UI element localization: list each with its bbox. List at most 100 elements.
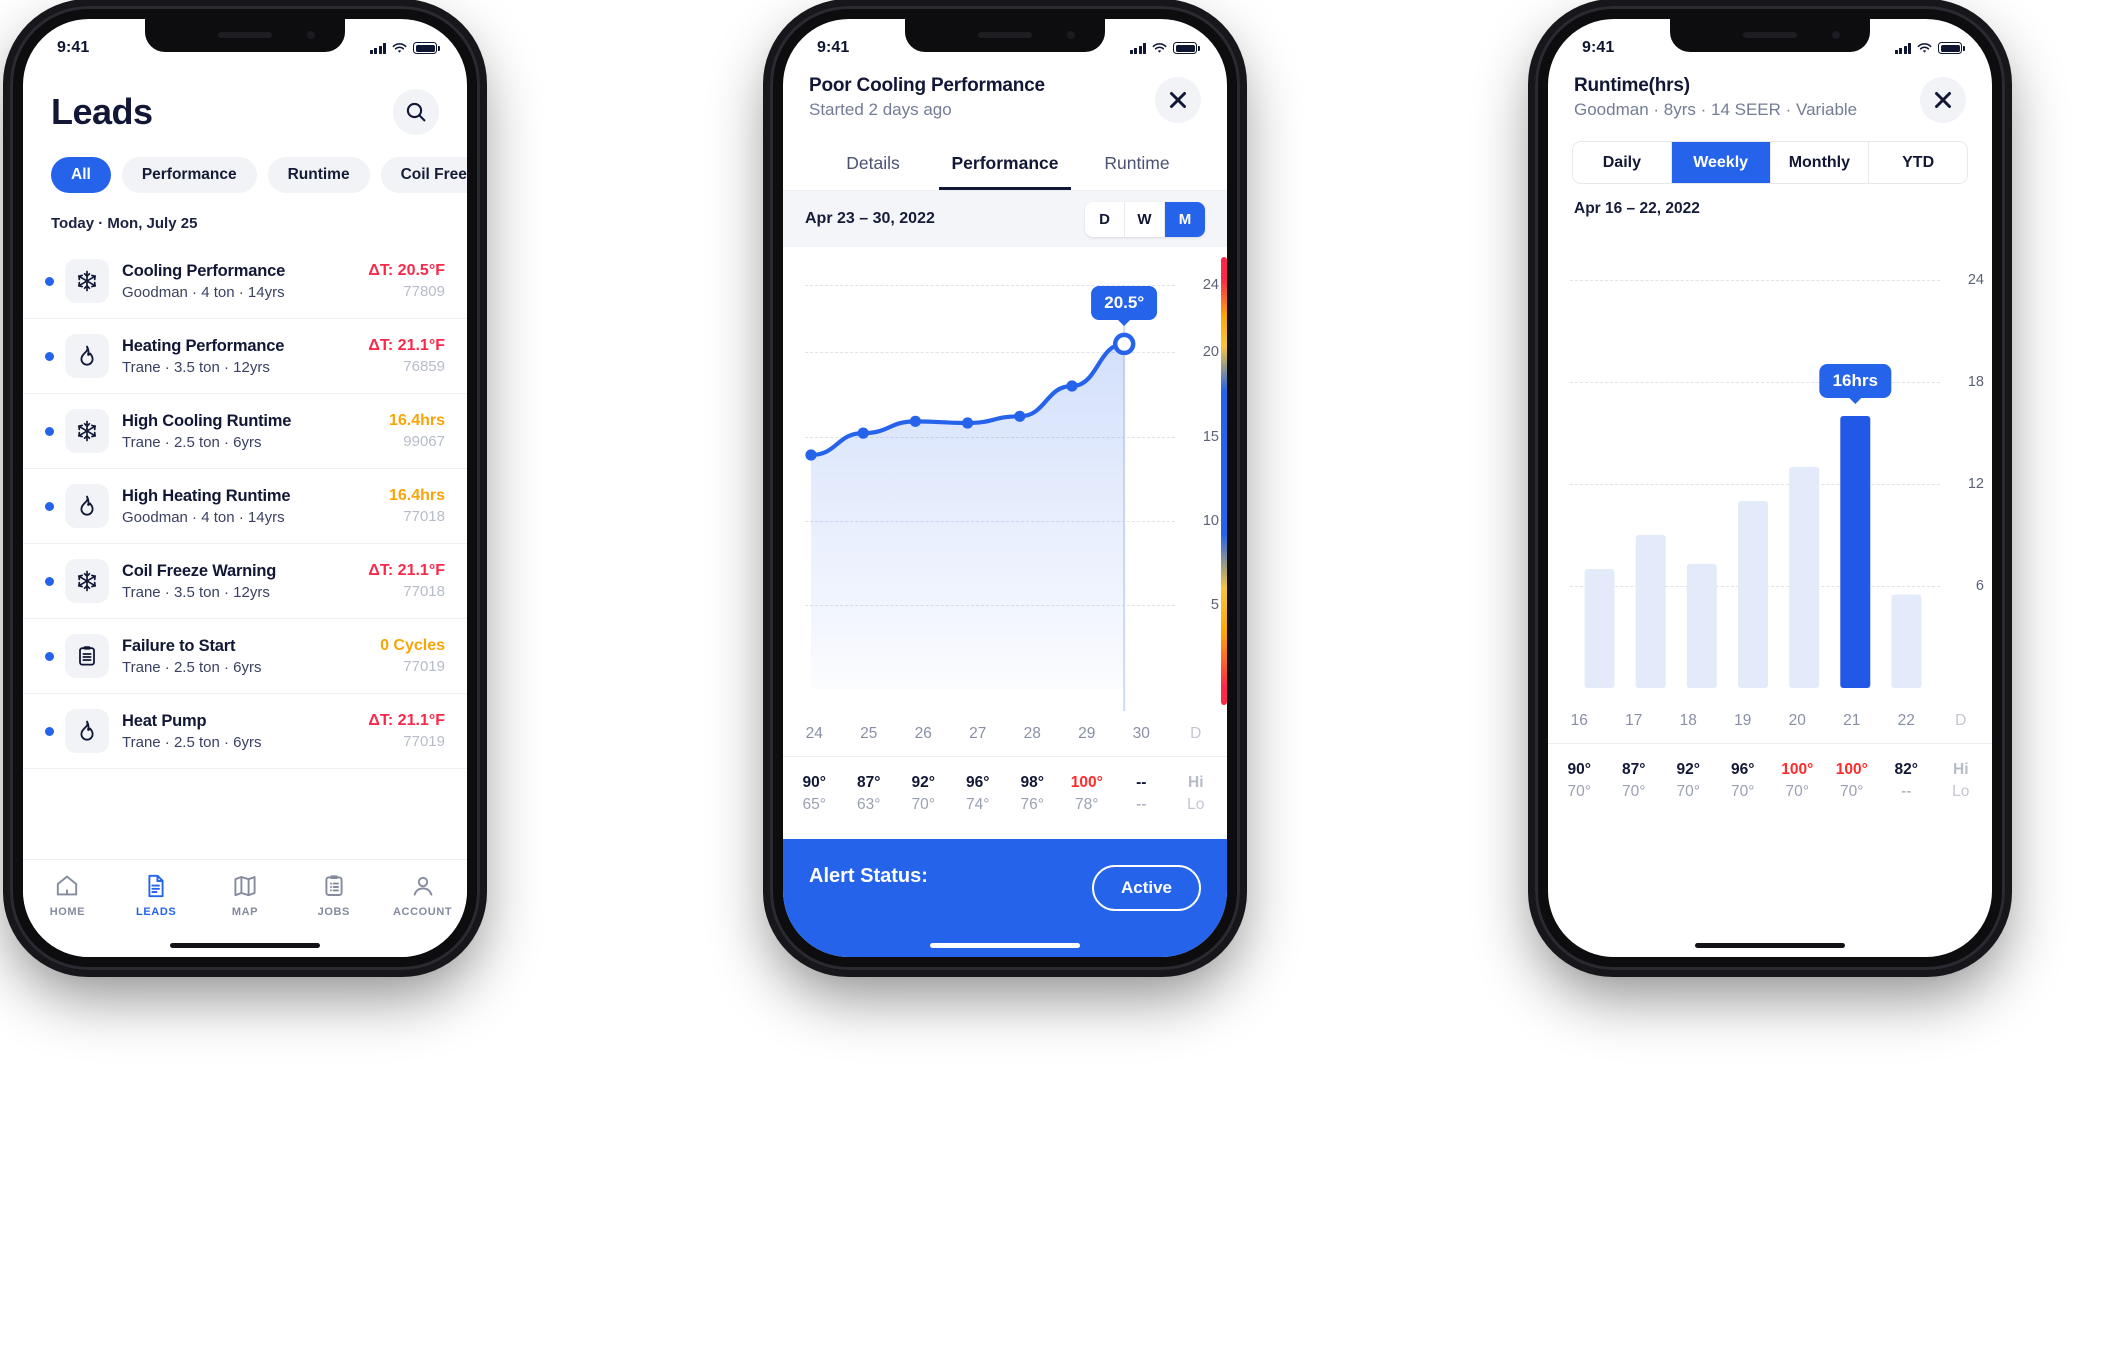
detail-tabs[interactable]: Details Performance Runtime [783,123,1227,191]
tab-runtime[interactable]: Runtime [1071,143,1203,190]
status-icons [369,42,440,54]
lead-zip: 99067 [403,433,445,450]
unread-dot [45,651,54,661]
alert-status-button[interactable]: Active [1091,865,1201,911]
lead-row[interactable]: High Cooling Runtime Trane · 2.5 ton · 6y… [23,394,467,469]
filter-chip-all[interactable]: All [51,157,111,193]
leads-header: Leads [23,65,467,135]
phone-leads: 9:41 Leads All Performance Runtime Coil … [10,6,480,970]
temp-high: 87° [857,774,881,791]
phone-performance-detail: 9:41 Poor Cooling Performance Started 2 … [770,6,1240,970]
segment-monthly[interactable]: Monthly [1770,142,1870,183]
filter-chip-performance[interactable]: Performance [121,157,257,193]
temp-high-label: Hi [1188,774,1204,791]
lead-list: Cooling Performance Goodman · 4 ton · 14y… [23,244,467,769]
lead-values: 16.4hrs 77018 [383,487,445,525]
lead-row[interactable]: Coil Freeze Warning Trane · 3.5 ton · 12y… [23,544,467,619]
search-icon [405,101,427,123]
lead-metric: ΔT: 21.1°F [368,712,445,729]
segment-weekly[interactable]: Weekly [1671,142,1771,183]
temp-cell: 92° 70° [896,774,951,814]
detail-title: Poor Cooling Performance [809,75,1045,96]
tab-label: HOME [49,906,86,918]
tab-performance[interactable]: Performance [939,143,1071,190]
tab-label: LEADS [136,906,177,918]
lead-row[interactable]: High Heating Runtime Goodman · 4 ton · 14… [23,469,467,544]
bar-chart[interactable]: 6 12 18 24 16hrs [1548,228,1992,698]
lead-row[interactable]: Failure to Start Trane · 2.5 ton · 6yrs 0 … [23,619,467,694]
snowflake-icon [65,409,109,453]
lead-name: Cooling Performance [122,261,286,280]
lead-values: ΔT: 21.1°F 76859 [362,337,445,375]
lead-text: High Heating Runtime Goodman · 4 ton · 14… [122,487,383,526]
tab-home[interactable]: HOME [23,873,112,918]
phone3-screen: 9:41 Runtime(hrs) Goodman · 8yrs · 14 SE… [1548,19,1992,957]
filter-chip-row[interactable]: All Performance Runtime Coil Free [23,135,467,193]
speaker-grille [1743,32,1797,38]
lead-row[interactable]: Cooling Performance Goodman · 4 ton · 14y… [23,244,467,319]
segment-ytd[interactable]: YTD [1869,142,1967,183]
flame-icon [65,484,109,528]
temp-low: 70° [1676,783,1700,800]
phone1-screen: 9:41 Leads All Performance Runtime Coil … [23,19,467,957]
tab-map[interactable]: MAP [201,873,290,918]
tooltip-value: 20.5° [1104,292,1145,312]
close-button[interactable] [1920,77,1966,123]
lead-subtitle: Goodman · 4 ton · 14yrs [122,508,285,526]
temp-cell: 98° 76° [1005,774,1060,814]
clipboard-list-icon [321,873,347,899]
tab-label: MAP [231,906,259,918]
front-camera [1832,31,1840,39]
temp-cell: 92° 70° [1661,761,1716,801]
tab-leads[interactable]: LEADS [112,873,201,918]
flame-icon [65,334,109,378]
period-segmented-control[interactable]: Daily Weekly Monthly YTD [1572,141,1968,184]
bar-chart-date-axis: 16 17 18 19 20 21 22 D [1548,698,1992,744]
unread-dot [45,501,54,511]
tab-jobs[interactable]: JOBS [289,873,378,918]
tab-account[interactable]: ACCOUNT [378,873,467,918]
lead-text: Heating Performance Trane · 3.5 ton · 12y… [122,337,362,376]
lead-row[interactable]: Heat Pump Trane · 2.5 ton · 6yrs ΔT: 21.1°… [23,694,467,769]
segment-daily[interactable]: Daily [1573,142,1672,183]
temp-cell: 90° 70° [1552,761,1607,801]
lead-metric: 0 Cycles [380,637,445,654]
lead-subtitle: Trane · 3.5 ton · 12yrs [122,583,270,601]
granularity-day[interactable]: D [1085,201,1125,237]
lead-row[interactable]: Heating Performance Trane · 3.5 ton · 12y… [23,319,467,394]
temp-cell: 96° 70° [1716,761,1771,801]
search-button[interactable] [393,89,439,135]
temp-cell: 87° 63° [842,774,897,814]
tab-details[interactable]: Details [807,143,939,190]
temp-low: 78° [1075,796,1099,813]
wifi-icon [1152,42,1167,54]
lead-text: High Cooling Runtime Trane · 2.5 ton · 6y… [122,412,383,451]
lead-subtitle: Goodman · 4 ton · 14yrs [122,283,285,301]
lead-subtitle: Trane · 3.5 ton · 12yrs [122,358,270,376]
unread-dot [45,576,54,586]
screenshot-stage: 9:41 Leads All Performance Runtime Coil … [0,0,2109,1356]
temp-cell: 100° 70° [1825,761,1880,801]
speaker-grille [978,32,1032,38]
lead-values: 16.4hrs 99067 [383,412,445,450]
tab-label: ACCOUNT [392,906,453,918]
granularity-week[interactable]: W [1125,201,1165,237]
temp-low: 76° [1020,796,1044,813]
filter-chip-coil-free[interactable]: Coil Free [380,157,467,193]
close-button[interactable] [1155,77,1201,123]
line-chart[interactable]: 5 10 15 20 24 20.5° [783,251,1227,711]
granularity-month[interactable]: M [1165,201,1205,237]
temp-high: 100° [1781,761,1814,778]
snowflake-icon [65,559,109,603]
wifi-icon [1917,42,1932,54]
account-icon [410,873,436,899]
filter-chip-runtime[interactable]: Runtime [267,157,370,193]
temp-low: 74° [966,796,990,813]
temp-low: 65° [802,796,826,813]
temp-low: 70° [1622,783,1646,800]
temp-cell: 90° 65° [787,774,842,814]
week-range-label: Apr 16 – 22, 2022 [1574,200,1700,217]
temp-high-label: Hi [1953,761,1969,778]
lead-metric: 16.4hrs [388,412,445,429]
granularity-toggle[interactable]: D W M [1085,201,1205,237]
